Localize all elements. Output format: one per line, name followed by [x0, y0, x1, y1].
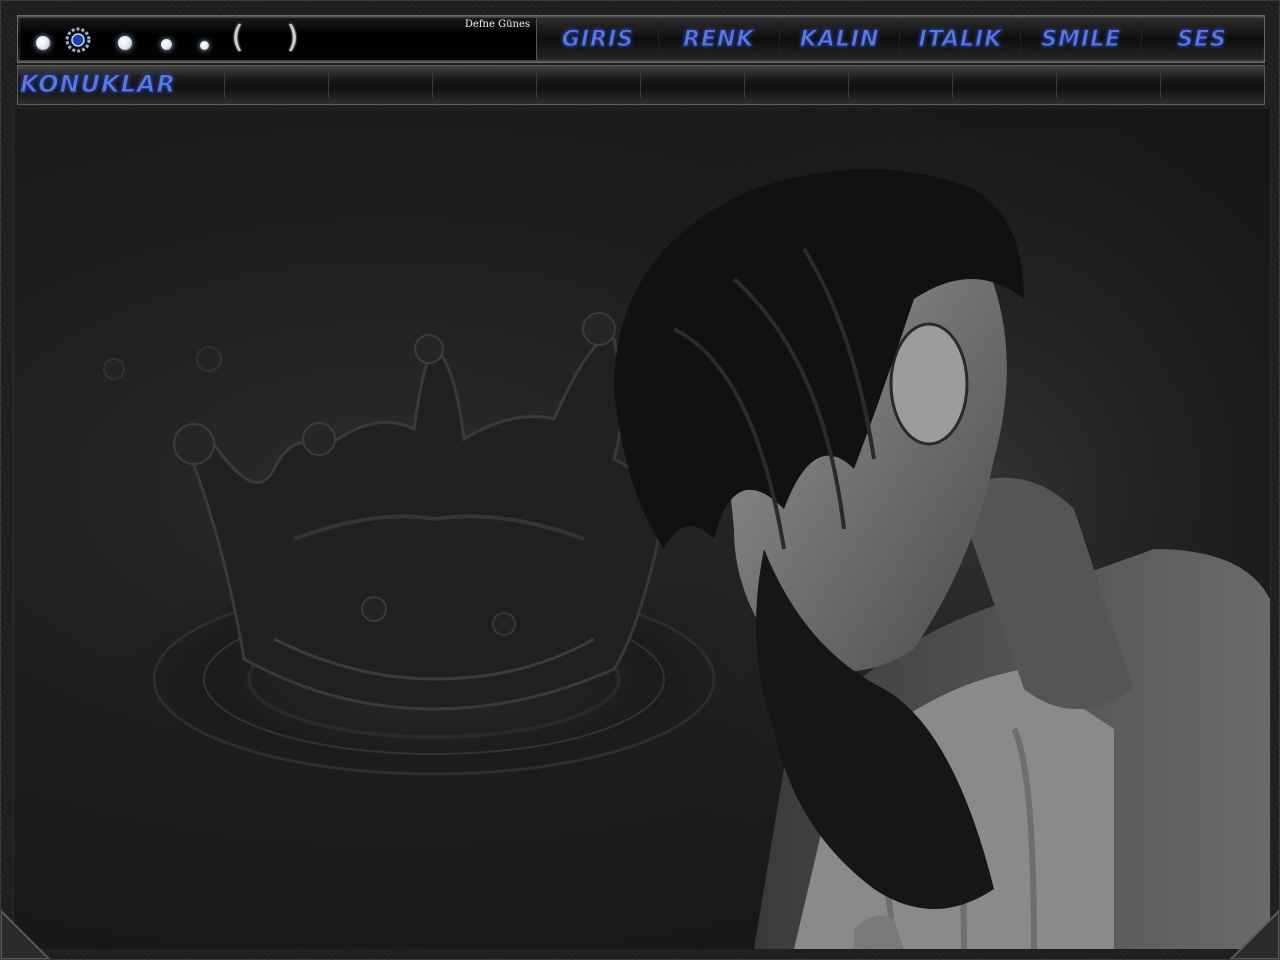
topics-bar: KONUKLAR: [17, 65, 1265, 105]
topic-divider: [328, 72, 329, 98]
topic-divider: [1160, 72, 1161, 98]
topic-divider: [1056, 72, 1057, 98]
topics-label[interactable]: KONUKLAR: [20, 70, 176, 99]
topic-divider: [744, 72, 745, 98]
bracket-close-icon[interactable]: ): [284, 22, 302, 54]
settings-gear-icon[interactable]: [64, 26, 92, 54]
user-name: Defne Günes: [464, 19, 530, 30]
bracket-open-icon[interactable]: (: [228, 22, 246, 54]
background-stage: [13, 109, 1271, 949]
menu-item-ses[interactable]: SES: [1142, 18, 1262, 60]
main-menu: GIRIS RENK KALIN ITALIK SMILE SES: [538, 18, 1262, 60]
menu-item-smile[interactable]: SMILE: [1021, 18, 1143, 60]
menu-item-renk[interactable]: RENK: [659, 18, 780, 60]
topic-divider: [640, 72, 641, 98]
dot-icon[interactable]: [118, 36, 132, 50]
top-toolbar: ( ) Defne Günes GIRIS RENK KALIN ITALIK …: [17, 15, 1265, 63]
bearded-man-portrait: [554, 129, 1270, 949]
dot-icon[interactable]: [200, 41, 209, 50]
corner-ornament-right-icon: [1229, 909, 1279, 959]
topic-divider: [432, 72, 433, 98]
topic-divider: [224, 72, 225, 98]
corner-ornament-left-icon: [1, 909, 51, 959]
control-panel: ( ) Defne Günes: [20, 18, 537, 60]
app-frame: ( ) Defne Günes GIRIS RENK KALIN ITALIK …: [0, 0, 1280, 960]
menu-item-italik[interactable]: ITALIK: [900, 18, 1022, 60]
dot-icon[interactable]: [161, 39, 172, 50]
topic-divider: [848, 72, 849, 98]
topic-divider: [952, 72, 953, 98]
topic-divider: [536, 72, 537, 98]
menu-item-kalin[interactable]: KALIN: [780, 18, 901, 60]
volume-dot-icon[interactable]: [36, 36, 50, 50]
menu-item-giris[interactable]: GIRIS: [538, 18, 659, 60]
